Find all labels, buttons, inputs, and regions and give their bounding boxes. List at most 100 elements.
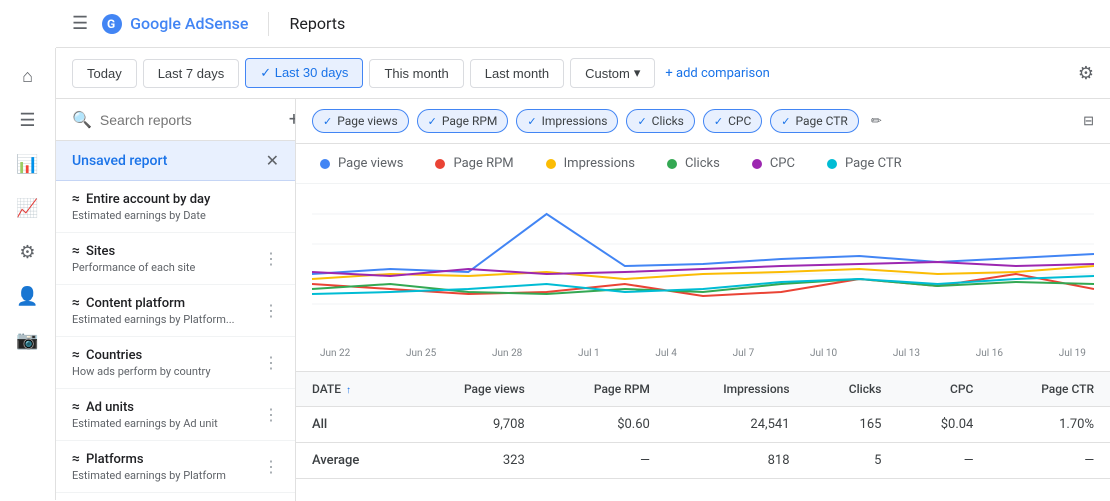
sidebar-item-subtitle-4: Estimated earnings by Ad unit	[72, 417, 263, 430]
nav-settings-icon[interactable]: ⚙	[8, 232, 48, 272]
sidebar-item-1[interactable]: ≈ Sites Performance of each site ⋮	[56, 233, 295, 285]
date-btn-today[interactable]: Today	[72, 59, 137, 88]
chevron-down-icon: ▾	[634, 65, 641, 81]
sidebar-item-title-3: ≈ Countries	[72, 347, 263, 363]
left-navigation: ⌂ ☰ 📊 📈 ⚙ 👤 📷	[0, 48, 56, 500]
chip-label-0: Page views	[337, 114, 397, 128]
legend-dot-3	[667, 159, 677, 169]
sidebar-item-0[interactable]: ≈ Entire account by day Estimated earnin…	[56, 181, 295, 233]
legend-label-4: CPC	[770, 156, 795, 171]
page-title: Reports	[289, 14, 345, 33]
add-report-icon[interactable]: +	[289, 109, 296, 130]
edit-metrics-icon[interactable]: ✏	[871, 114, 882, 129]
date-btn-thismonth[interactable]: This month	[369, 59, 463, 88]
close-icon[interactable]: ✕	[266, 151, 279, 170]
sidebar-item-subtitle-0: Estimated earnings by Date	[72, 209, 279, 222]
sidebar-item-4[interactable]: ≈ Ad units Estimated earnings by Ad unit…	[56, 389, 295, 441]
date-btn-custom[interactable]: Custom ▾	[570, 58, 655, 88]
nav-camera-icon[interactable]: 📷	[8, 320, 48, 360]
legend-dot-5	[827, 159, 837, 169]
more-options-icon-3[interactable]: ⋮	[263, 353, 279, 372]
search-input[interactable]	[100, 112, 281, 128]
col-page-views[interactable]: Page views	[409, 372, 541, 407]
x-label-0: Jun 22	[320, 348, 350, 359]
date-btn-last7[interactable]: Last 7 days	[143, 59, 240, 88]
check-icon-0: ✓	[323, 115, 332, 128]
metric-chips-bar: ✓ Page views ✓ Page RPM ✓ Impressions ✓ …	[296, 99, 1110, 144]
legend-dot-0	[320, 159, 330, 169]
legend-item-3: Clicks	[667, 156, 720, 171]
add-comparison-btn[interactable]: + add comparison	[665, 66, 769, 81]
chip-cpc[interactable]: ✓ CPC	[703, 109, 762, 133]
sidebar-item-5[interactable]: ≈ Platforms Estimated earnings by Platfo…	[56, 441, 295, 493]
more-options-icon-2[interactable]: ⋮	[263, 301, 279, 320]
date-btn-last30[interactable]: Last 30 days	[245, 58, 363, 88]
table-row-all: All 9,708 $0.60 24,541 165 $0.04 1.70%	[296, 407, 1110, 443]
legend-item-0: Page views	[320, 156, 403, 171]
nav-home-icon[interactable]: ⌂	[8, 56, 48, 96]
content-area: ✓ Page views ✓ Page RPM ✓ Impressions ✓ …	[296, 99, 1110, 501]
cell-date-avg: Average	[296, 443, 409, 479]
date-btn-lastmonth[interactable]: Last month	[470, 59, 564, 88]
svg-text:G: G	[107, 17, 115, 31]
chip-impressions[interactable]: ✓ Impressions	[516, 109, 618, 133]
cell-cpc-all: $0.04	[897, 407, 989, 443]
legend-label-5: Page CTR	[845, 156, 902, 171]
top-header: ☰ G Google AdSense Reports	[56, 0, 1110, 48]
nav-article-icon[interactable]: ☰	[8, 100, 48, 140]
more-options-icon-5[interactable]: ⋮	[263, 457, 279, 476]
more-options-icon-1[interactable]: ⋮	[263, 249, 279, 268]
brand-logo-icon: G	[100, 12, 124, 36]
legend-label-0: Page views	[338, 156, 403, 171]
check-icon-4: ✓	[714, 115, 723, 128]
col-cpc[interactable]: CPC	[897, 372, 989, 407]
wavy-icon-2: ≈	[72, 295, 80, 311]
wavy-icon-4: ≈	[72, 399, 80, 415]
col-date[interactable]: DATE ↑	[296, 372, 409, 407]
chip-page-rpm[interactable]: ✓ Page RPM	[417, 109, 509, 133]
cell-pagerpm-all: $0.60	[541, 407, 666, 443]
cell-pageviews-all: 9,708	[409, 407, 541, 443]
cell-clicks-all: 165	[806, 407, 898, 443]
check-icon-1: ✓	[428, 115, 437, 128]
chip-label-3: Clicks	[652, 114, 684, 128]
x-label-1: Jun 25	[406, 348, 436, 359]
filter-icon[interactable]: ⊟	[1083, 114, 1094, 129]
legend-dot-1	[435, 159, 445, 169]
x-label-6: Jul 10	[810, 348, 837, 359]
x-label-2: Jun 28	[492, 348, 522, 359]
sidebar-item-2[interactable]: ≈ Content platform Estimated earnings by…	[56, 285, 295, 337]
col-clicks[interactable]: Clicks	[806, 372, 898, 407]
check-icon-5: ✓	[781, 115, 790, 128]
nav-chart-icon[interactable]: 📊	[8, 144, 48, 184]
chip-clicks[interactable]: ✓ Clicks	[626, 109, 694, 133]
date-filter-bar: Today Last 7 days Last 30 days This mont…	[56, 48, 1110, 99]
hamburger-icon[interactable]: ☰	[72, 13, 88, 34]
more-options-icon-4[interactable]: ⋮	[263, 405, 279, 424]
chip-page-ctr[interactable]: ✓ Page CTR	[770, 109, 859, 133]
chip-label-1: Page RPM	[442, 114, 498, 128]
sidebar-item-content-5: ≈ Platforms Estimated earnings by Platfo…	[72, 451, 263, 482]
sidebar-item-title-0: ≈ Entire account by day	[72, 191, 279, 207]
nav-trending-icon[interactable]: 📈	[8, 188, 48, 228]
legend-item-1: Page RPM	[435, 156, 513, 171]
settings-gear-icon[interactable]: ⚙	[1078, 63, 1094, 84]
chart-legend: Page views Page RPM Impressions Clicks C…	[296, 144, 1110, 184]
sidebar-item-3[interactable]: ≈ Countries How ads perform by country ⋮	[56, 337, 295, 389]
wavy-icon-3: ≈	[72, 347, 80, 363]
col-impressions[interactable]: Impressions	[666, 372, 806, 407]
col-page-rpm[interactable]: Page RPM	[541, 372, 666, 407]
chip-label-2: Impressions	[542, 114, 608, 128]
col-page-ctr[interactable]: Page CTR	[989, 372, 1110, 407]
unsaved-report-label: Unsaved report	[72, 153, 167, 169]
cell-pagectr-avg: —	[989, 443, 1110, 479]
chip-page-views[interactable]: ✓ Page views	[312, 109, 409, 133]
sidebar-item-subtitle-3: How ads perform by country	[72, 365, 263, 378]
wavy-icon-0: ≈	[72, 191, 80, 207]
x-label-9: Jul 19	[1059, 348, 1086, 359]
cell-cpc-avg: —	[897, 443, 989, 479]
sidebar-item-content-2: ≈ Content platform Estimated earnings by…	[72, 295, 263, 326]
nav-person-icon[interactable]: 👤	[8, 276, 48, 316]
sidebar-item-content-4: ≈ Ad units Estimated earnings by Ad unit	[72, 399, 263, 430]
wavy-icon-1: ≈	[72, 243, 80, 259]
